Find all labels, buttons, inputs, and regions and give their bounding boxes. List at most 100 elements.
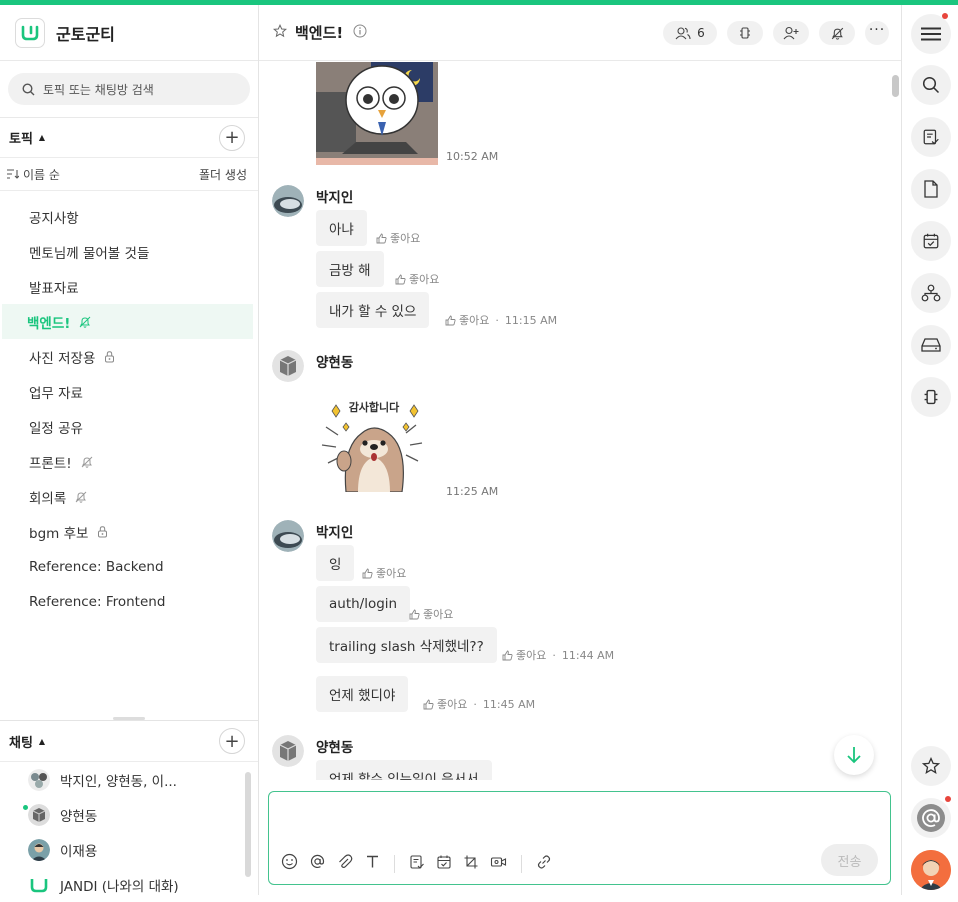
like-button[interactable]: 좋아요 · 11:45 AM — [423, 696, 535, 712]
calendar-icon[interactable] — [436, 854, 452, 874]
topic-item[interactable]: bgm 후보 — [2, 514, 253, 549]
chat-item[interactable]: 양현동 — [0, 797, 258, 832]
topic-item[interactable]: 멘토님께 물어볼 것들 — [2, 234, 253, 269]
notification-toggle-button[interactable] — [819, 21, 855, 45]
thumbs-up-icon — [445, 315, 456, 325]
members-button[interactable]: 6 — [663, 21, 717, 45]
sender-name[interactable]: 박지인 — [316, 186, 353, 206]
chat-item[interactable]: 박지인, 양현동, 이... — [0, 762, 258, 797]
chats-section-toggle[interactable]: 채팅 ▲ — [9, 732, 45, 751]
crop-icon[interactable] — [463, 854, 479, 874]
files-button[interactable] — [911, 169, 951, 209]
topic-label: Reference: Backend — [29, 558, 164, 575]
message-bubble[interactable]: trailing slash 삭제했네?? — [316, 627, 497, 663]
topic-item[interactable]: 업무 자료 — [2, 374, 253, 409]
topic-item[interactable]: 프론트! — [2, 444, 253, 479]
like-button[interactable]: 좋아요 · 11:15 AM — [445, 312, 557, 328]
video-call-icon[interactable] — [490, 854, 507, 874]
topic-search-input[interactable]: 토픽 또는 채팅방 검색 — [8, 73, 250, 105]
user-avatar[interactable] — [272, 350, 304, 382]
like-button[interactable]: 좋아요 · 11:44 AM — [502, 647, 614, 663]
sort-label: 이름 순 — [23, 167, 60, 182]
topics-section-toggle[interactable]: 토픽 ▲ — [9, 128, 45, 147]
sender-name[interactable]: 박지인 — [316, 521, 353, 541]
chat-item[interactable]: JANDI (나와의 대화) — [0, 867, 258, 902]
link-icon[interactable] — [536, 854, 552, 874]
topic-item[interactable]: 일정 공유 — [2, 409, 253, 444]
topic-item[interactable]: 회의록 — [2, 479, 253, 514]
chat-list-scrollbar[interactable] — [245, 772, 251, 877]
message-text: 아냐 — [329, 222, 354, 238]
user-avatar[interactable] — [272, 185, 304, 217]
favorites-button[interactable] — [911, 746, 951, 786]
like-button[interactable]: 좋아요 — [376, 230, 420, 246]
like-button[interactable]: 좋아요 — [395, 271, 439, 287]
like-button[interactable]: 좋아요 — [362, 565, 406, 581]
sticker-image[interactable]: 감사합니다 — [316, 387, 431, 496]
topic-label: 백엔드! — [27, 315, 71, 332]
topic-item[interactable]: 사진 저장용 — [2, 339, 253, 374]
scroll-to-bottom-button[interactable] — [834, 735, 874, 775]
sender-name[interactable]: 양현동 — [316, 351, 353, 371]
topic-sort-row: 이름 순 폴더 생성 — [0, 158, 258, 191]
composer-toolbar — [281, 853, 552, 874]
message-composer[interactable]: 전송 — [268, 791, 891, 885]
org-chart-button[interactable] — [911, 273, 951, 313]
message-bubble[interactable]: 잉 — [316, 545, 355, 581]
add-topic-button[interactable]: + — [219, 124, 245, 151]
integration-button[interactable] — [727, 21, 763, 45]
thumbs-up-icon — [423, 699, 434, 709]
todo-button[interactable] — [911, 117, 951, 157]
sort-button[interactable]: 이름 순 — [7, 166, 60, 183]
create-folder-button[interactable]: 폴더 생성 — [199, 166, 247, 183]
search-button[interactable] — [911, 65, 951, 105]
user-avatar — [28, 838, 50, 861]
sticker-image[interactable] — [316, 62, 438, 169]
attachment-icon[interactable] — [337, 853, 354, 874]
calendar-button[interactable] — [911, 221, 951, 261]
drive-button[interactable] — [911, 325, 951, 365]
integration-button[interactable] — [911, 377, 951, 417]
mention-icon[interactable] — [309, 853, 326, 874]
like-button[interactable]: 좋아요 — [409, 606, 453, 622]
message-list[interactable]: 10:52 AM 박지인 아냐 좋아요 금방 해 좋아요 내가 할 수 있으 좋… — [259, 62, 901, 780]
invite-member-button[interactable] — [773, 21, 809, 45]
menu-button[interactable] — [911, 14, 951, 54]
chat-label: JANDI (나와의 대화) — [60, 878, 179, 895]
message-text: 언제 했디야 — [329, 688, 396, 704]
topic-item[interactable]: 발표자료 — [2, 269, 253, 304]
mentions-button[interactable] — [911, 798, 951, 838]
message-bubble[interactable]: 내가 할 수 있으 — [316, 292, 430, 328]
info-icon[interactable] — [353, 23, 367, 42]
emoji-icon[interactable] — [281, 853, 298, 874]
workspace-header[interactable]: 군토군티 — [0, 5, 258, 61]
star-icon[interactable] — [272, 23, 288, 42]
send-button[interactable]: 전송 — [821, 844, 878, 876]
like-label: 좋아요 — [409, 273, 440, 286]
message-bubble[interactable]: auth/login — [316, 586, 411, 622]
channel-header: 백엔드! 6 ··· — [259, 5, 901, 61]
topic-item[interactable]: Reference: Backend — [2, 549, 253, 584]
message-scrollbar[interactable] — [892, 75, 899, 97]
text-format-icon[interactable] — [365, 854, 380, 873]
todo-icon[interactable] — [409, 854, 425, 874]
profile-avatar-button[interactable] — [911, 850, 951, 890]
message-bubble[interactable]: 아냐 — [316, 210, 367, 246]
chat-item[interactable]: 이재용 — [0, 832, 258, 867]
topic-item-active[interactable]: 백엔드! — [2, 304, 253, 339]
user-avatar[interactable] — [272, 735, 304, 767]
message-bubble[interactable]: 언제 했디야 — [316, 676, 409, 712]
like-label: 좋아요 — [423, 608, 454, 621]
topic-item[interactable]: Reference: Frontend — [2, 584, 253, 619]
message-bubble[interactable]: 금방 해 — [316, 251, 384, 287]
chat-label: 박지인, 양현동, 이... — [60, 773, 177, 790]
topic-item[interactable]: 공지사항 — [2, 199, 253, 234]
user-avatar[interactable] — [272, 520, 304, 552]
search-icon — [22, 82, 35, 95]
sender-name[interactable]: 양현동 — [316, 736, 353, 756]
message-text: 금방 해 — [329, 263, 371, 279]
more-options-button[interactable]: ··· — [865, 21, 889, 45]
message-bubble[interactable]: 언제 할수 있는일이 음서서 — [316, 760, 492, 780]
add-chat-button[interactable]: + — [219, 728, 245, 754]
chats-section-header: 채팅 ▲ + — [0, 721, 258, 762]
